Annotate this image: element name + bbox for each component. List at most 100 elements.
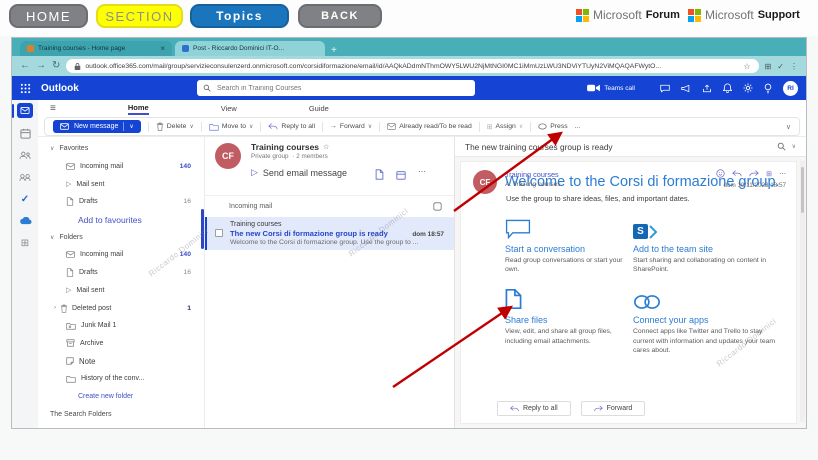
chevron-right-icon[interactable]: › — [54, 305, 56, 311]
group-name[interactable]: Training courses — [251, 142, 319, 152]
email-from[interactable]: Training courses — [505, 170, 559, 179]
folder-item-note[interactable]: Note — [38, 352, 204, 370]
user-avatar[interactable]: RI — [783, 80, 798, 96]
more-actions-icon[interactable]: ⋯ — [779, 170, 786, 178]
reading-pane-scrollbar[interactable] — [800, 161, 805, 422]
more-options-icon[interactable]: ⋯ — [418, 167, 426, 176]
todo-app-icon[interactable]: ✓ — [17, 192, 33, 206]
megaphone-icon[interactable] — [681, 84, 691, 93]
emoji-reaction-icon[interactable] — [716, 169, 725, 178]
folder-item-history[interactable]: History of the conv... — [38, 370, 204, 388]
toolbar-collapse-icon[interactable]: ∨ — [786, 123, 791, 131]
side-panel-icon[interactable]: ✓ — [777, 62, 784, 71]
feature-title[interactable]: Share files — [505, 315, 627, 325]
move-to-button[interactable]: Move to ∨ — [209, 123, 253, 131]
forward-button[interactable]: → Forward ∨ — [330, 123, 372, 130]
browser-back-icon[interactable]: ← — [20, 61, 30, 71]
browser-forward-icon[interactable]: → — [36, 61, 46, 71]
group-avatar[interactable]: CF — [215, 143, 241, 169]
press-button[interactable]: Press — [538, 123, 568, 130]
tab-home[interactable]: Home — [127, 103, 149, 115]
add-to-favourites-link[interactable]: Add to favourites — [38, 211, 204, 229]
groups-app-icon[interactable] — [17, 170, 33, 184]
chevron-down-icon[interactable]: ∨ — [368, 123, 372, 130]
feature-title[interactable]: Start a conversation — [505, 244, 627, 254]
file-icon[interactable] — [375, 169, 384, 180]
topics-button[interactable]: Topics — [190, 4, 289, 28]
group-members[interactable]: · 2 members — [292, 153, 327, 160]
star-icon[interactable]: ☆ — [323, 143, 329, 151]
onedrive-app-icon[interactable] — [17, 214, 33, 228]
chevron-down-icon[interactable]: ∨ — [249, 123, 253, 130]
browser-menu-icon[interactable]: ⋮ — [790, 62, 798, 71]
chevron-down-icon[interactable]: ∨ — [189, 123, 193, 130]
reply-to-all-button[interactable]: Reply to all — [268, 123, 315, 130]
people-app-icon[interactable] — [17, 148, 33, 162]
feature-title[interactable]: Add to the team site — [633, 244, 785, 254]
more-commands-button[interactable]: ... — [575, 123, 581, 130]
folder-item-junk-mail[interactable]: Junk Mail 1 — [38, 317, 204, 335]
new-tab-icon[interactable]: + — [331, 45, 337, 56]
scrollbar-thumb[interactable] — [801, 167, 804, 213]
microsoft-forum-logo[interactable]: Microsoft Forum — [576, 6, 680, 24]
browser-refresh-icon[interactable]: ↻ — [52, 61, 60, 71]
feature-start-conversation[interactable]: Start a conversation Read group conversa… — [505, 217, 627, 274]
browser-tab-post[interactable]: Post - Riccardo Dominici IT-O... — [175, 41, 325, 56]
folder-item-mail-sent-2[interactable]: ▷ Mail sent — [38, 282, 204, 300]
back-button[interactable]: BACK — [298, 4, 382, 28]
mail-app-icon[interactable] — [17, 103, 33, 118]
hamburger-icon[interactable]: ≡ — [50, 103, 56, 114]
message-list-item[interactable]: Training courses The new Corsi di formaz… — [205, 217, 454, 250]
forward-footer-button[interactable]: Forward — [580, 401, 646, 416]
share-icon[interactable] — [702, 84, 712, 93]
search-input[interactable] — [215, 83, 469, 93]
app-launcher-waffle-icon[interactable] — [20, 83, 31, 94]
chevron-down-icon[interactable]: ∨ — [519, 123, 523, 130]
message-checkbox[interactable] — [215, 229, 223, 237]
feature-add-team-site[interactable]: S Add to the team site Start sharing and… — [633, 217, 785, 274]
select-messages-icon[interactable] — [433, 202, 442, 211]
favorites-section[interactable]: ∨ Favorites — [38, 140, 204, 158]
assign-button[interactable]: ⊞ Assign ∨ — [487, 123, 524, 131]
more-apps-icon[interactable]: ⊞ — [17, 236, 33, 250]
read-unread-button[interactable]: Already read/To be read — [387, 123, 472, 130]
folder-item-incoming-mail[interactable]: Incoming mail 140 — [38, 158, 204, 176]
zoom-icon[interactable] — [777, 142, 786, 151]
chevron-down-icon[interactable]: ∨ — [792, 143, 796, 150]
calendar-icon[interactable] — [396, 170, 406, 180]
home-button[interactable]: HOME — [9, 4, 88, 28]
bell-icon[interactable] — [723, 83, 732, 93]
calendar-app-icon[interactable] — [17, 126, 33, 140]
folder-item-deleted-post[interactable]: › Deleted post 1 — [38, 299, 204, 317]
reply-to-all-footer-button[interactable]: Reply to all — [497, 401, 571, 416]
apps-icon[interactable]: ⊞ — [766, 170, 772, 178]
url-field[interactable]: outlook.office365.com/mail/group/servizi… — [66, 59, 759, 73]
chevron-down-icon[interactable]: ∨ — [129, 123, 133, 130]
gear-icon[interactable] — [743, 83, 753, 93]
chat-icon[interactable] — [660, 84, 670, 93]
reply-icon[interactable] — [732, 170, 742, 177]
tab-view[interactable]: View — [221, 104, 237, 113]
bookmark-star-icon[interactable]: ☆ — [743, 62, 750, 71]
tab-guide[interactable]: Guide — [309, 104, 329, 113]
feature-connect-apps[interactable]: Connect your apps Connect apps like Twit… — [633, 288, 785, 355]
microsoft-support-logo[interactable]: Microsoft Support — [688, 6, 800, 24]
new-message-button[interactable]: New message ∨ — [53, 120, 141, 133]
section-button[interactable]: SECTION — [96, 4, 183, 28]
create-new-folder-link[interactable]: Create new folder — [38, 388, 204, 406]
folder-item-archive[interactable]: Archive — [38, 335, 204, 353]
search-folders-item[interactable]: The Search Folders — [38, 405, 204, 423]
lightbulb-icon[interactable] — [764, 83, 772, 94]
folder-item-drafts[interactable]: Drafts 16 — [38, 193, 204, 211]
extensions-icon[interactable]: ⊞ — [765, 62, 772, 71]
teams-call-button[interactable]: Teams call — [587, 84, 635, 92]
forward-icon[interactable] — [749, 170, 759, 177]
send-email-message-button[interactable]: ▷ Send email message — [251, 167, 347, 178]
search-box[interactable] — [197, 80, 475, 96]
folders-section[interactable]: ∨ Folders — [38, 228, 204, 246]
folder-item-drafts-2[interactable]: Drafts 16 — [38, 264, 204, 282]
browser-tab-training-courses[interactable]: Training courses - Home page × — [20, 41, 172, 56]
close-tab-icon[interactable]: × — [160, 44, 165, 53]
folder-item-mail-sent[interactable]: ▷ Mail sent — [38, 175, 204, 193]
sender-avatar[interactable]: CF — [473, 170, 497, 194]
